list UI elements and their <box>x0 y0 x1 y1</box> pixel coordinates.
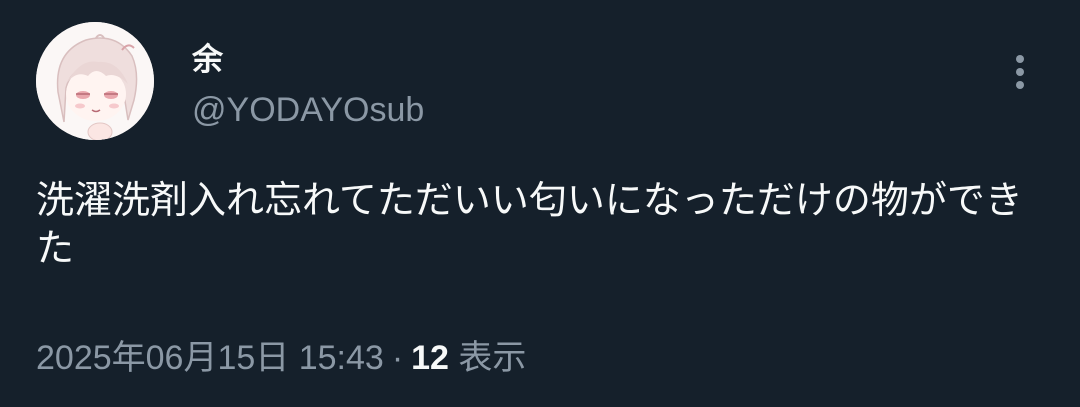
user-handle[interactable]: @YODAYOsub <box>192 88 424 132</box>
display-name[interactable]: 余 <box>192 40 223 80</box>
separator: · <box>391 339 404 377</box>
views-count: 12 <box>411 339 449 377</box>
views-label: 表示 <box>458 339 527 377</box>
timestamp[interactable]: 2025年06月15日 15:43 <box>36 339 384 377</box>
tweet-meta: 2025年06月15日 15:43 · 12 表示 <box>36 334 526 382</box>
tweet-text: 洗濯洗剤入れ忘れてただいい匂いになっただけの物ができた <box>36 178 1023 270</box>
more-options-button[interactable] <box>1000 50 1040 94</box>
avatar-image <box>36 22 154 140</box>
avatar[interactable] <box>36 22 154 140</box>
